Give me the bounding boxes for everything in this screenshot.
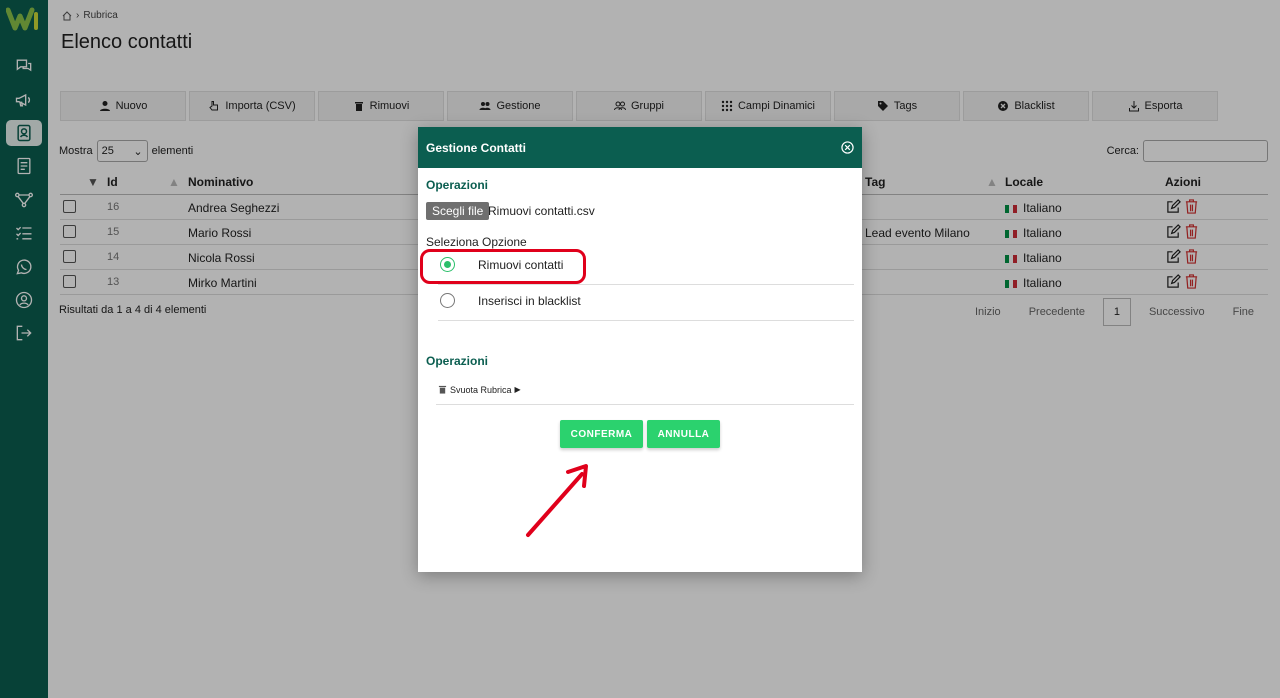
choose-file-button[interactable]: Scegli file (426, 202, 490, 220)
select-option-label: Seleziona Opzione (426, 235, 527, 249)
manage-contacts-modal: Gestione Contatti Operazioni Scegli file… (418, 127, 862, 572)
modal-title: Gestione Contatti (426, 140, 527, 155)
cancel-button[interactable]: ANNULLA (647, 420, 720, 448)
caret-right-icon: ▶ (514, 385, 521, 394)
selected-file-name: Rimuovi contatti.csv (488, 204, 595, 218)
close-icon[interactable] (841, 141, 854, 154)
confirm-button[interactable]: CONFERMA (560, 420, 643, 448)
option-add-to-blacklist[interactable]: Inserisci in blacklist (438, 286, 854, 321)
modal-header: Gestione Contatti (418, 127, 862, 168)
operations-heading: Operazioni (426, 178, 489, 192)
annotation-arrow (526, 464, 588, 537)
highlight-annotation (420, 249, 586, 284)
trash-icon (438, 385, 447, 394)
operations-heading-2: Operazioni (426, 354, 489, 368)
radio-add-to-blacklist[interactable] (440, 293, 455, 308)
empty-addressbook-toggle[interactable]: Svuota Rubrica ▶ (436, 375, 854, 405)
